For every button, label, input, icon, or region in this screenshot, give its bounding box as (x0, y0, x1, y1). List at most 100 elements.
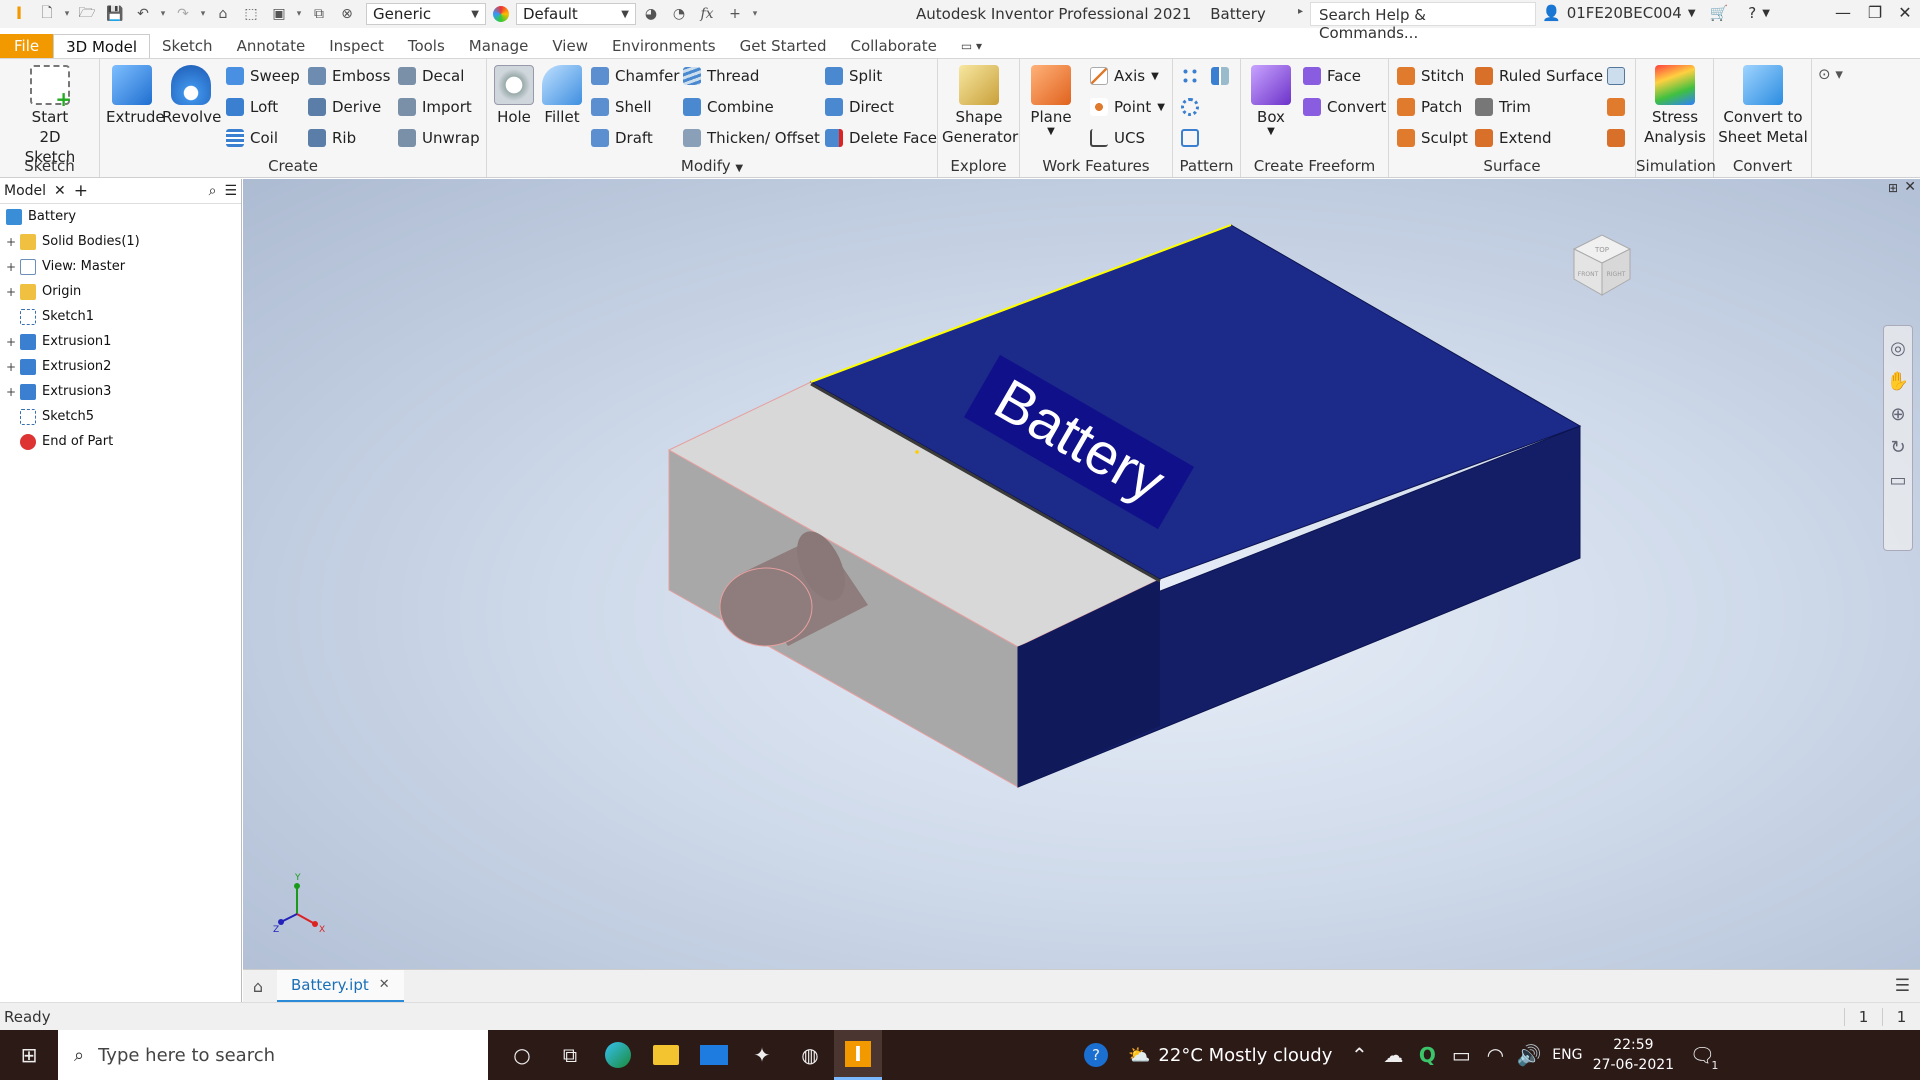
sweep-button[interactable]: Sweep (226, 67, 300, 85)
search-icon[interactable]: ⌕ (209, 183, 217, 199)
expand-toggle-icon[interactable]: + (4, 385, 18, 399)
model-canvas[interactable]: Battery TOP FRONT RIGHT Y X Z (243, 179, 1920, 969)
user-account[interactable]: 👤 01FE20BEC004 ▼ 🛒 ? ▼ (1542, 4, 1770, 22)
pan-icon[interactable]: ✋ (1884, 371, 1912, 392)
derive-button[interactable]: Derive (308, 98, 381, 116)
tree-item-sketch5[interactable]: Sketch5 (0, 404, 241, 429)
rib-button[interactable]: Rib (308, 129, 356, 147)
circular-pattern-button[interactable] (1181, 98, 1199, 116)
ribbon-options-icon[interactable]: ⊙ ▾ (1818, 65, 1843, 83)
combine-button[interactable]: Combine (683, 98, 774, 116)
shape-generator-button[interactable]: Shape Generator (942, 65, 1018, 147)
doc-tab-battery[interactable]: Battery.ipt ✕ (277, 969, 404, 1003)
customize-dropdown-icon[interactable]: ▾ (750, 9, 760, 19)
help-icon[interactable]: ? (1748, 4, 1756, 22)
clock[interactable]: 22:59 27-06-2021 (1588, 1035, 1678, 1075)
hole-button[interactable]: Hole (491, 65, 537, 127)
taskbar-search-box[interactable]: ⌕ Type here to search (58, 1030, 488, 1080)
convert-to-sheet-metal-button[interactable]: Convert to Sheet Metal (1718, 65, 1808, 147)
home-icon[interactable]: ⌂ (243, 977, 273, 996)
tree-item-extrusion2[interactable]: + Extrusion2 (0, 354, 241, 379)
shell-button[interactable]: Shell (591, 98, 652, 116)
tree-item-view-master[interactable]: + View: Master (0, 254, 241, 279)
tree-item-extrusion3[interactable]: + Extrusion3 (0, 379, 241, 404)
tab-file[interactable]: File (0, 34, 54, 58)
update-icon[interactable]: ▣ (266, 2, 292, 26)
revolve-button[interactable]: Revolve (162, 65, 221, 127)
redo-dropdown-icon[interactable]: ▾ (198, 9, 208, 19)
undo-dropdown-icon[interactable]: ▾ (158, 9, 168, 19)
save-icon[interactable]: 💾 (102, 2, 128, 26)
zoom-icon[interactable]: ⊕ (1884, 404, 1912, 425)
q-app-icon[interactable]: Q (1410, 1030, 1444, 1080)
ruled-surface-button[interactable]: Ruled Surface (1475, 67, 1603, 85)
cart-icon[interactable]: 🛒 (1710, 4, 1729, 22)
decal-button[interactable]: Decal (398, 67, 464, 85)
mail-icon[interactable] (690, 1030, 738, 1080)
extend-button[interactable]: Extend (1475, 129, 1552, 147)
clear-appearance-icon[interactable]: ◔ (666, 2, 692, 26)
expand-toggle-icon[interactable]: + (4, 260, 18, 274)
rectangular-pattern-button[interactable] (1181, 67, 1199, 85)
material-combo[interactable]: Generic ▼ (366, 3, 486, 25)
inventor-taskbar-icon[interactable]: I (834, 1030, 882, 1080)
ucs-button[interactable]: UCS (1090, 129, 1145, 147)
tab-tools[interactable]: Tools (396, 34, 457, 58)
redo-icon[interactable]: ↷ (170, 2, 196, 26)
add-icon[interactable]: + (722, 2, 748, 26)
home-icon[interactable]: ⌂ (210, 2, 236, 26)
terminal-cylinder-cap[interactable] (719, 567, 813, 647)
tab-view[interactable]: View (540, 34, 600, 58)
open-file-icon[interactable]: 🗁 (74, 2, 100, 26)
tree-item-sketch1[interactable]: Sketch1 (0, 304, 241, 329)
viewport-close-icon[interactable]: ✕ (1904, 179, 1916, 195)
tab-get-started[interactable]: Get Started (728, 34, 839, 58)
language-indicator[interactable]: ENG (1546, 1047, 1588, 1063)
new-file-icon[interactable]: 🗋 (34, 2, 60, 26)
surface-extra-3-button[interactable] (1607, 129, 1625, 147)
coil-button[interactable]: Coil (226, 129, 278, 147)
expand-toggle-icon[interactable]: + (4, 335, 18, 349)
tab-annotate[interactable]: Annotate (225, 34, 318, 58)
measure-icon[interactable]: ⧉ (306, 2, 332, 26)
stress-analysis-button[interactable]: Stress Analysis (1638, 65, 1712, 147)
sculpt-button[interactable]: Sculpt (1397, 129, 1468, 147)
tab-inspect[interactable]: Inspect (317, 34, 396, 58)
adjust-appearance-icon[interactable]: ◕ (638, 2, 664, 26)
appearance-combo[interactable]: Default ▼ (516, 3, 636, 25)
thread-button[interactable]: Thread (683, 67, 759, 85)
delete-face-button[interactable]: Delete Face (825, 129, 937, 147)
split-button[interactable]: Split (825, 67, 882, 85)
weather-widget[interactable]: ⛅ 22°C Mostly cloudy (1128, 1045, 1332, 1066)
close-icon[interactable]: ✕ (1890, 3, 1920, 22)
tab-sketch[interactable]: Sketch (150, 34, 225, 58)
tab-3d-model[interactable]: 3D Model (53, 34, 151, 58)
notifications-icon[interactable]: 🗨 1 (1678, 1030, 1726, 1080)
close-icon[interactable]: ✕ (54, 183, 66, 199)
close-icon[interactable]: ✕ (379, 977, 390, 992)
stitch-button[interactable]: Stitch (1397, 67, 1464, 85)
undo-icon[interactable]: ↶ (130, 2, 156, 26)
select-icon[interactable]: ⬚ (238, 2, 264, 26)
tree-item-battery[interactable]: Battery (0, 204, 241, 229)
windows-start-icon[interactable]: ⊞ (0, 1030, 58, 1080)
task-view-icon[interactable]: ⧉ (546, 1030, 594, 1080)
plane-button[interactable]: Plane ▼ (1028, 65, 1074, 137)
expand-toggle-icon[interactable]: + (4, 360, 18, 374)
dropbox-icon[interactable]: ✦ (738, 1030, 786, 1080)
tree-item-solid-bodies-1[interactable]: + Solid Bodies(1) (0, 229, 241, 254)
menu-icon[interactable]: ☰ (224, 183, 237, 199)
tree-item-extrusion1[interactable]: + Extrusion1 (0, 329, 241, 354)
trim-button[interactable]: Trim (1475, 98, 1531, 116)
freeform-box-button[interactable]: Box ▼ (1247, 65, 1295, 137)
chamfer-button[interactable]: Chamfer (591, 67, 679, 85)
material-icon[interactable]: ⊗ (334, 2, 360, 26)
expand-toggle-icon[interactable]: + (4, 285, 18, 299)
loft-button[interactable]: Loft (226, 98, 278, 116)
browser-tab-model[interactable]: Model (4, 183, 46, 199)
tree-item-end-of-part[interactable]: End of Part (0, 429, 241, 454)
edge-icon[interactable] (594, 1030, 642, 1080)
doc-tabs-menu-icon[interactable]: ☰ (1895, 976, 1910, 996)
cortana-icon[interactable]: ○ (498, 1030, 546, 1080)
help-search-input[interactable]: Search Help & Commands... (1310, 2, 1536, 42)
